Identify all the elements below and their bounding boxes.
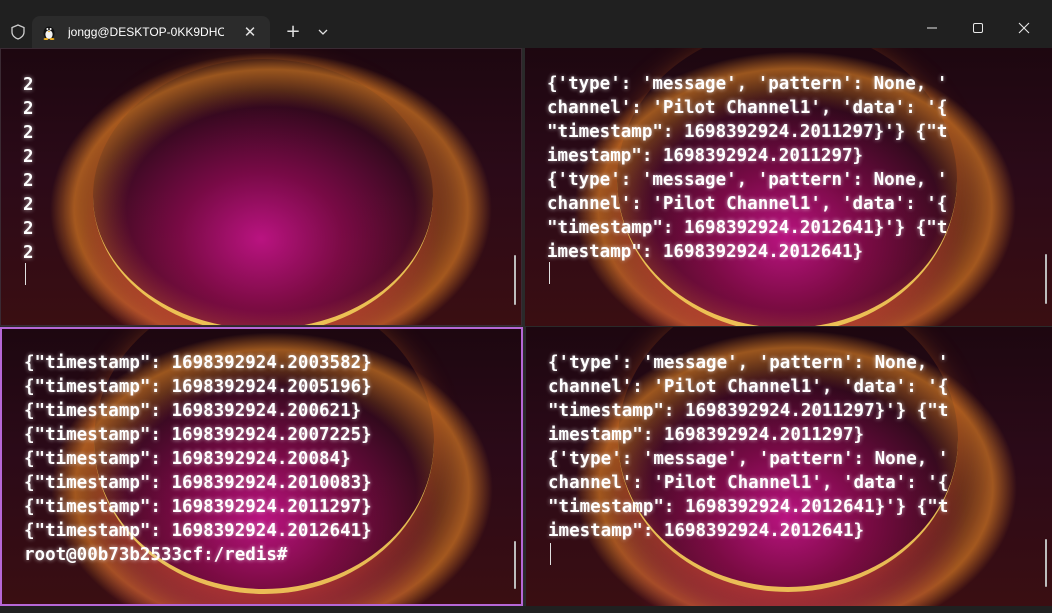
maximize-icon (973, 23, 983, 33)
linux-penguin-icon (42, 24, 56, 40)
output-line: 2 (23, 219, 34, 239)
minimize-icon (927, 27, 937, 29)
terminal-pane-bottom-right[interactable]: {'type': 'message', 'pattern': None, ' c… (526, 327, 1052, 606)
output-line: 2 (23, 147, 34, 167)
close-window-button[interactable] (1000, 12, 1046, 44)
output-line: {"timestamp": 1698392924.2012641} (24, 521, 372, 541)
close-window-icon (1018, 22, 1030, 34)
output-line: imestamp": 1698392924.2012641} (547, 242, 864, 262)
output-line: {'type': 'message', 'pattern': None, ' (548, 449, 949, 469)
terminal-output: {'type': 'message', 'pattern': None, ' c… (548, 351, 1038, 543)
output-line: channel': 'Pilot Channel1', 'data': '{ (548, 377, 949, 397)
output-line: {"timestamp": 1698392924.2011297} (24, 497, 372, 517)
output-line: {"timestamp": 1698392924.2003582} (24, 353, 372, 373)
output-line: 2 (23, 243, 34, 263)
maximize-button[interactable] (954, 12, 1000, 44)
text-cursor (25, 263, 26, 285)
output-line: "timestamp": 1698392924.2011297}'} {"t (547, 122, 948, 142)
text-cursor (549, 262, 550, 284)
output-line: imestamp": 1698392924.2012641} (548, 521, 865, 541)
text-cursor (550, 543, 551, 565)
terminal-pane-bottom-left[interactable]: {"timestamp": 1698392924.2003582} {"time… (0, 327, 523, 606)
output-line: "timestamp": 1698392924.2012641}'} {"t (548, 497, 949, 517)
scrollbar[interactable] (1045, 539, 1047, 587)
terminal-output: {'type': 'message', 'pattern': None, ' c… (547, 72, 1038, 264)
output-line: channel': 'Pilot Channel1', 'data': '{ (547, 194, 948, 214)
output-line: channel': 'Pilot Channel1', 'data': '{ (548, 473, 949, 493)
shield-icon[interactable] (10, 24, 26, 40)
close-icon[interactable]: ✕ (238, 20, 262, 44)
scrollbar[interactable] (1045, 254, 1047, 304)
terminal-output: {"timestamp": 1698392924.2003582} {"time… (24, 351, 507, 567)
output-line: {"timestamp": 1698392924.2007225} (24, 425, 372, 445)
output-line: {"timestamp": 1698392924.200621} (24, 401, 362, 421)
output-line: "timestamp": 1698392924.2011297}'} {"t (548, 401, 949, 421)
minimize-button[interactable] (908, 12, 954, 44)
new-tab-button[interactable]: + (280, 20, 306, 44)
output-line: {'type': 'message', 'pattern': None, ' (547, 74, 948, 94)
output-line: imestamp": 1698392924.2011297} (547, 146, 864, 166)
tab-terminal[interactable]: jongg@DESKTOP-0KK9DHO: / ✕ (32, 16, 270, 48)
tab-title: jongg@DESKTOP-0KK9DHO: / (68, 25, 224, 39)
window-bottom-edge (0, 606, 1052, 613)
output-line: imestamp": 1698392924.2011297} (548, 425, 865, 445)
output-line: 2 (23, 123, 34, 143)
chevron-down-icon[interactable] (310, 20, 336, 44)
terminal-output: 2 2 2 2 2 2 2 2 (23, 73, 507, 265)
scrollbar[interactable] (514, 255, 516, 305)
scrollbar[interactable] (514, 541, 516, 589)
terminal-pane-top-left[interactable]: 2 2 2 2 2 2 2 2 (0, 48, 522, 326)
output-line: 2 (23, 75, 34, 95)
output-line: "timestamp": 1698392924.2012641}'} {"t (547, 218, 948, 238)
output-line: {'type': 'message', 'pattern': None, ' (548, 353, 949, 373)
output-line: {"timestamp": 1698392924.20084} (24, 449, 351, 469)
shell-prompt: root@00b73b2533cf:/redis# (24, 545, 288, 565)
output-line: 2 (23, 195, 34, 215)
output-line: {"timestamp": 1698392924.2010083} (24, 473, 372, 493)
terminal-pane-top-right[interactable]: {'type': 'message', 'pattern': None, ' c… (525, 48, 1052, 326)
output-line: 2 (23, 99, 34, 119)
output-line: channel': 'Pilot Channel1', 'data': '{ (547, 98, 948, 118)
title-bar: jongg@DESKTOP-0KK9DHO: / ✕ + (0, 0, 1052, 48)
output-line: {'type': 'message', 'pattern': None, ' (547, 170, 948, 190)
output-line: 2 (23, 171, 34, 191)
output-line: {"timestamp": 1698392924.2005196} (24, 377, 372, 397)
